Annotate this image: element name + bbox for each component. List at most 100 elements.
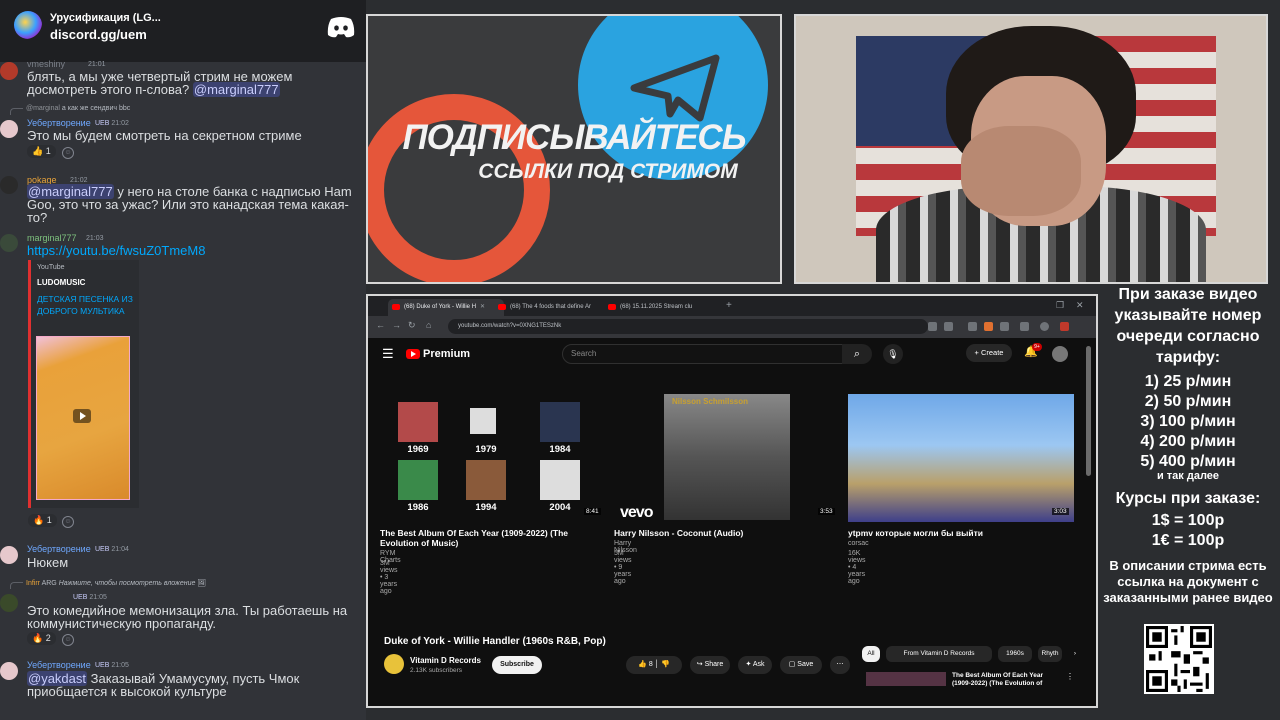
extension-icon[interactable] bbox=[1000, 322, 1009, 331]
video-thumbnail[interactable] bbox=[866, 672, 946, 686]
message-link[interactable]: https://youtu.be/fwsuZ0TmeM8 bbox=[27, 244, 363, 257]
message-username[interactable]: Уебертворение bbox=[27, 118, 91, 128]
youtube-premium-label[interactable]: Premium bbox=[423, 348, 470, 360]
channel-name[interactable]: corsac bbox=[848, 540, 869, 547]
extension-icon[interactable] bbox=[968, 322, 977, 331]
search-icon[interactable]: ⌕ bbox=[842, 344, 872, 364]
account-avatar[interactable] bbox=[1052, 346, 1068, 362]
video-stats: 3M views • 3 years ago bbox=[380, 560, 398, 595]
rate-item: 5) 400 р/мин bbox=[1140, 453, 1236, 470]
avatar[interactable] bbox=[0, 234, 18, 252]
url-field[interactable]: youtube.com/watch?v=0XNG1TESzNk bbox=[448, 319, 928, 334]
youtube-embed[interactable]: YouTube LUDOMUSIC ДЕТСКАЯ ПЕСЕНКА ИЗ ДОБ… bbox=[28, 260, 139, 508]
play-icon[interactable] bbox=[73, 409, 91, 423]
youtube-favicon-icon bbox=[498, 304, 506, 310]
reaction[interactable]: 🔥 2 bbox=[27, 632, 56, 645]
add-reaction-icon[interactable]: ☺ bbox=[62, 516, 74, 528]
extension-icon[interactable] bbox=[1020, 322, 1029, 331]
video-thumbnail[interactable]: 1969 1979 1984 1986 1994 2004 8:41 bbox=[380, 394, 606, 522]
video-title[interactable]: The Best Album Of Each Year (1909-2022) … bbox=[380, 528, 608, 548]
role-badge: UEB bbox=[95, 546, 110, 553]
like-dislike-group[interactable]: 👍 8 │ 👎 bbox=[626, 656, 682, 674]
youtube-header: ☰ Premium Search ⌕ 🎙 + Create 🔔 9+ bbox=[368, 338, 1096, 370]
like-icon[interactable]: 👍 bbox=[638, 661, 647, 668]
message-username[interactable]: marginal777 bbox=[27, 233, 77, 243]
share-button[interactable]: ↪ Share bbox=[690, 656, 730, 674]
more-options-icon[interactable]: ⋮ bbox=[1066, 672, 1074, 681]
discord-chat-panel: Урусификация (LG... discord.gg/uem vmesh… bbox=[0, 0, 366, 720]
reply-preview[interactable]: Infirr ARG Нажмите, чтобы посмотреть вло… bbox=[26, 579, 206, 587]
reaction[interactable]: 🔥 1 bbox=[28, 514, 57, 527]
avatar[interactable] bbox=[0, 662, 18, 680]
message-username[interactable]: Уебертворение bbox=[27, 544, 91, 554]
reload-icon[interactable]: ↻ bbox=[408, 320, 416, 331]
dislike-icon[interactable]: 👎 bbox=[661, 661, 670, 668]
microphone-icon[interactable]: 🎙 bbox=[883, 344, 903, 364]
vevo-logo: vevo bbox=[620, 504, 653, 521]
chip-channel[interactable]: From Vitamin D Records bbox=[886, 646, 992, 662]
chevron-right-icon[interactable]: › bbox=[1068, 646, 1082, 662]
avatar[interactable] bbox=[0, 120, 18, 138]
avatar[interactable] bbox=[0, 594, 18, 612]
message-time: 21:02 bbox=[111, 120, 129, 127]
avatar[interactable] bbox=[0, 62, 18, 80]
browser-tab[interactable]: (68) 15.11.2025 Stream clu bbox=[604, 299, 724, 316]
more-actions-icon[interactable]: ⋯ bbox=[830, 656, 850, 674]
embed-author[interactable]: LUDOMUSIC bbox=[37, 278, 85, 287]
extension-icon[interactable] bbox=[928, 322, 937, 331]
embed-thumbnail[interactable] bbox=[36, 336, 130, 500]
subscribe-button[interactable]: Subscribe bbox=[492, 656, 542, 674]
close-window-icon[interactable]: ✕ bbox=[1076, 300, 1084, 311]
share-label: Share bbox=[704, 661, 724, 668]
server-header[interactable]: Урусификация (LG... discord.gg/uem bbox=[0, 0, 366, 62]
video-title: Duke of York - Willie Handler (1960s R&B… bbox=[384, 636, 606, 647]
image-icon: 🖼 bbox=[197, 580, 207, 587]
extension-icon[interactable] bbox=[1060, 322, 1069, 331]
video-title[interactable]: ytpmv которые могли бы выйти bbox=[848, 528, 1076, 538]
close-icon[interactable]: ✕ bbox=[480, 304, 485, 310]
extension-icon[interactable] bbox=[984, 322, 993, 331]
search-input[interactable]: Search bbox=[562, 344, 850, 364]
year-label: 1979 bbox=[475, 444, 497, 455]
ask-label: Ask bbox=[752, 661, 765, 668]
message-username[interactable]: Уебертворение bbox=[27, 660, 91, 670]
chip-all[interactable]: All bbox=[862, 646, 880, 662]
profile-icon[interactable] bbox=[1040, 322, 1049, 331]
restore-window-icon[interactable]: ❐ bbox=[1056, 300, 1064, 311]
video-thumbnail[interactable]: 3:03 bbox=[848, 394, 1074, 522]
course-item: 1$ = 100р bbox=[1151, 512, 1225, 529]
save-button[interactable]: ▢ Save bbox=[780, 656, 822, 674]
qr-code bbox=[1144, 624, 1214, 694]
browser-tab[interactable]: (68) Duke of York - Willie H ✕ bbox=[388, 299, 504, 316]
mention[interactable]: @marginal777 bbox=[192, 82, 280, 97]
create-button[interactable]: + Create bbox=[966, 344, 1012, 362]
ask-button[interactable]: ✦ Ask bbox=[738, 656, 772, 674]
youtube-logo-icon[interactable] bbox=[406, 349, 420, 359]
home-icon[interactable]: ⌂ bbox=[426, 320, 431, 330]
video-title[interactable]: The Best Album Of Each Year (1909-2022) … bbox=[952, 672, 1062, 688]
chip-rhythm[interactable]: Rhyth bbox=[1038, 646, 1062, 662]
notification-badge: 9+ bbox=[1032, 343, 1042, 351]
add-reaction-icon[interactable]: ☺ bbox=[62, 147, 74, 159]
avatar[interactable] bbox=[0, 546, 18, 564]
chip-1960s[interactable]: 1960s bbox=[998, 646, 1032, 662]
add-reaction-icon[interactable]: ☺ bbox=[62, 634, 74, 646]
extension-icon[interactable] bbox=[944, 322, 953, 331]
message-username[interactable]: vmeshiny bbox=[27, 59, 65, 69]
menu-icon[interactable]: ☰ bbox=[382, 346, 394, 362]
scrollbar[interactable] bbox=[1086, 346, 1091, 476]
reaction[interactable]: 👍 1 bbox=[27, 145, 56, 158]
order-instructions: При заказе видео указывайте номер очеред… bbox=[1114, 286, 1262, 366]
year-label: 1994 bbox=[475, 502, 497, 513]
video-title[interactable]: Harry Nilsson - Coconut (Audio) bbox=[614, 528, 842, 538]
embed-title[interactable]: ДЕТСКАЯ ПЕСЕНКА ИЗ ДОБРОГО МУЛЬТИКА bbox=[37, 293, 133, 317]
video-thumbnail[interactable]: Nilsson Schmilsson vevo 3:53 bbox=[614, 394, 840, 522]
browser-tab[interactable]: (68) The 4 foods that define Ar bbox=[494, 299, 614, 316]
back-icon[interactable]: ← bbox=[376, 320, 385, 330]
reply-preview[interactable]: @marginal а как же сендвич bbc bbox=[26, 105, 130, 112]
channel-name[interactable]: Vitamin D Records bbox=[410, 656, 481, 665]
forward-icon[interactable]: → bbox=[392, 320, 401, 330]
channel-avatar[interactable] bbox=[384, 654, 404, 674]
new-tab-icon[interactable]: + bbox=[726, 300, 732, 311]
avatar[interactable] bbox=[0, 176, 18, 194]
